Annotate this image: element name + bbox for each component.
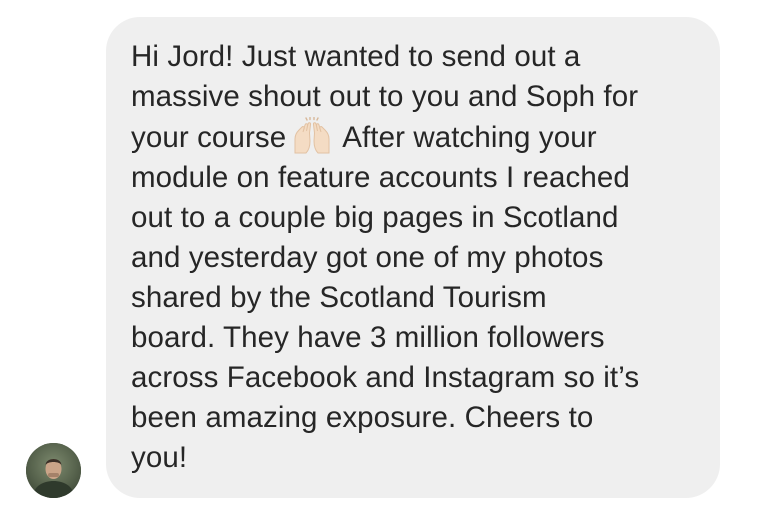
message-line-part: After watching your — [342, 121, 597, 154]
user-avatar-icon — [26, 443, 81, 498]
message-bubble[interactable]: Hi Jord! Just wanted to send out a massi… — [106, 17, 720, 498]
message-line: massive shout out to you and Soph for — [131, 80, 639, 113]
message-line: you! — [131, 441, 188, 474]
message-line: module on feature accounts I reached — [131, 161, 630, 194]
message-line: shared by the Scotland Tourism — [131, 281, 547, 314]
message-line: been amazing exposure. Cheers to — [131, 401, 594, 434]
message-thread: Hi Jord! Just wanted to send out a massi… — [0, 0, 768, 518]
sender-avatar[interactable] — [26, 443, 81, 498]
message-line-with-emoji: your course After watching your — [131, 116, 698, 158]
raising-hands-emoji-icon — [290, 116, 334, 155]
message-line: board. They have 3 million followers — [131, 321, 605, 354]
message-line: Hi Jord! Just wanted to send out a — [131, 40, 581, 73]
message-line: across Facebook and Instagram so it’s — [131, 361, 640, 394]
message-line-part: your course — [131, 121, 287, 154]
message-line: out to a couple big pages in Scotland — [131, 201, 619, 234]
message-line: and yesterday got one of my photos — [131, 241, 604, 274]
message-text: Hi Jord! Just wanted to send out a massi… — [131, 37, 698, 478]
